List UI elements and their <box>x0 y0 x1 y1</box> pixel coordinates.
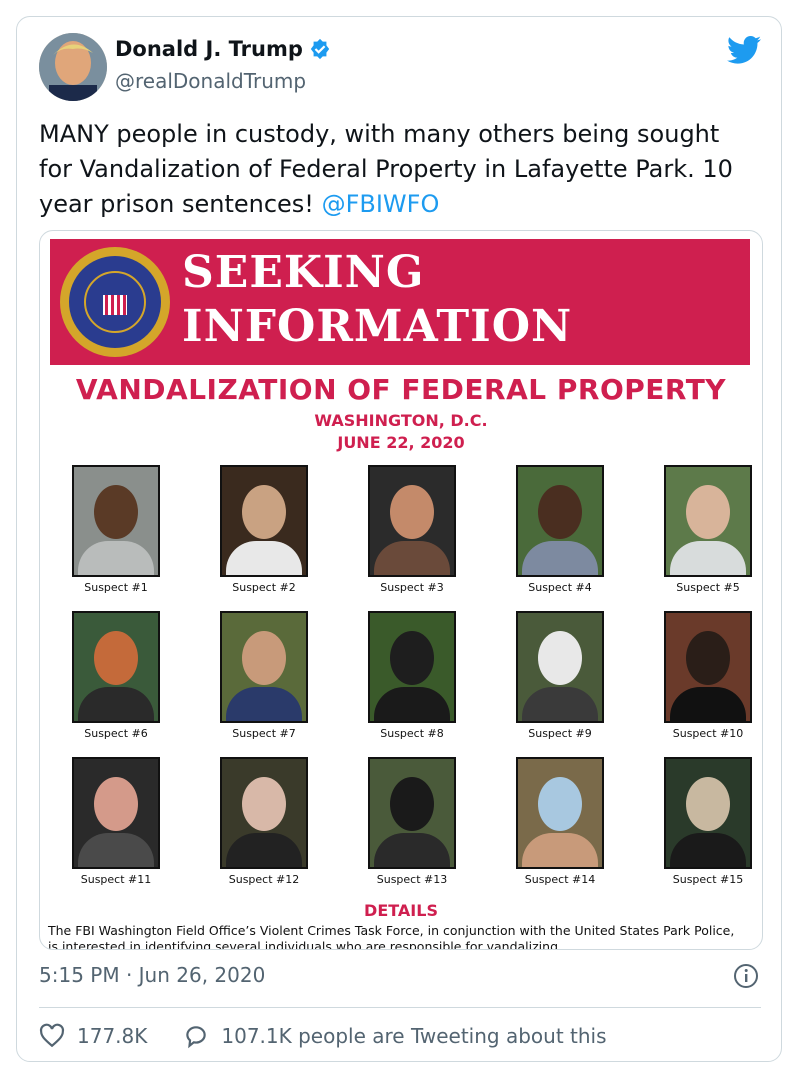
suspect-caption: Suspect #4 <box>528 581 592 594</box>
tweet-actions: 177.8K 107.1K people are Tweeting about … <box>39 1021 643 1051</box>
suspect-photo <box>220 611 308 723</box>
suspect-caption: Suspect #15 <box>672 873 744 886</box>
poster-headline: VANDALIZATION OF FEDERAL PROPERTY <box>75 373 727 406</box>
suspect-caption: Suspect #6 <box>84 727 148 740</box>
suspect-1: Suspect #1 <box>46 465 186 594</box>
suspect-caption: Suspect #13 <box>376 873 448 886</box>
suspect-7: Suspect #7 <box>194 611 334 740</box>
suspect-caption: Suspect #5 <box>676 581 740 594</box>
heart-icon <box>39 1023 65 1048</box>
suspect-caption: Suspect #12 <box>228 873 300 886</box>
suspect-caption: Suspect #7 <box>232 727 296 740</box>
details-heading: DETAILS <box>364 901 438 920</box>
mention-link[interactable]: @FBIWFO <box>322 190 440 218</box>
suspect-5: Suspect #5 <box>638 465 762 594</box>
suspect-photo <box>664 757 752 869</box>
display-name-text: Donald J. Trump <box>115 37 303 61</box>
like-count: 177.8K <box>77 1024 148 1048</box>
suspect-6: Suspect #6 <box>46 611 186 740</box>
suspect-9: Suspect #9 <box>490 611 630 740</box>
seeking-heading: SEEKING <box>182 247 425 298</box>
verified-badge-icon <box>310 38 330 60</box>
suspect-photo <box>516 611 604 723</box>
suspect-photo <box>72 611 160 723</box>
suspect-photo <box>368 611 456 723</box>
suspect-8: Suspect #8 <box>342 611 482 740</box>
suspect-photo <box>220 757 308 869</box>
tweet-media[interactable]: SEEKING INFORMATION VANDALIZATION OF FED… <box>39 230 763 950</box>
info-icon[interactable] <box>733 963 759 989</box>
suspect-4: Suspect #4 <box>490 465 630 594</box>
suspect-10: Suspect #10 <box>638 611 762 740</box>
avatar[interactable] <box>39 33 107 101</box>
suspect-photo <box>664 465 752 577</box>
suspect-caption: Suspect #10 <box>672 727 744 740</box>
suspect-caption: Suspect #11 <box>80 873 152 886</box>
details-text: The FBI Washington Field Office’s Violen… <box>48 923 735 950</box>
display-name[interactable]: Donald J. Trump <box>115 37 331 61</box>
suspect-photo <box>664 611 752 723</box>
suspect-13: Suspect #13 <box>342 757 482 886</box>
poster-date: JUNE 22, 2020 <box>337 433 465 452</box>
suspect-caption: Suspect #1 <box>84 581 148 594</box>
suspect-caption: Suspect #14 <box>524 873 596 886</box>
tweet-card: Donald J. Trump @realDonaldTrump MANY pe… <box>16 16 782 1062</box>
suspect-caption: Suspect #3 <box>380 581 444 594</box>
suspect-2: Suspect #2 <box>194 465 334 594</box>
suspect-3: Suspect #3 <box>342 465 482 594</box>
suspect-photo <box>368 757 456 869</box>
suspect-photo <box>516 757 604 869</box>
suspect-12: Suspect #12 <box>194 757 334 886</box>
user-handle[interactable]: @realDonaldTrump <box>115 69 306 93</box>
speech-bubble-icon <box>186 1026 207 1049</box>
suspect-photo <box>72 757 160 869</box>
suspect-grid: Suspect #1 Suspect #2 Suspect #3 Suspect… <box>40 465 762 895</box>
suspect-caption: Suspect #2 <box>232 581 296 594</box>
suspect-photo <box>72 465 160 577</box>
suspect-photo <box>516 465 604 577</box>
twitter-bird-icon[interactable] <box>727 35 761 65</box>
conversation-button[interactable]: 107.1K people are Tweeting about this <box>183 1023 607 1049</box>
suspect-14: Suspect #14 <box>490 757 630 886</box>
tweet-timestamp[interactable]: 5:15 PM · Jun 26, 2020 <box>39 963 265 987</box>
poster-location: WASHINGTON, D.C. <box>314 411 488 430</box>
suspect-photo <box>368 465 456 577</box>
like-button[interactable]: 177.8K <box>39 1023 147 1049</box>
divider <box>39 1007 761 1008</box>
fbi-seal-icon <box>60 247 170 357</box>
suspect-caption: Suspect #8 <box>380 727 444 740</box>
suspect-11: Suspect #11 <box>46 757 186 886</box>
suspect-15: Suspect #15 <box>638 757 762 886</box>
information-heading: INFORMATION <box>182 301 573 352</box>
tweeting-count: 107.1K people are Tweeting about this <box>221 1024 607 1048</box>
poster-banner: SEEKING INFORMATION <box>50 239 750 365</box>
suspect-caption: Suspect #9 <box>528 727 592 740</box>
tweet-text: MANY people in custody, with many others… <box>39 117 759 222</box>
suspect-photo <box>220 465 308 577</box>
